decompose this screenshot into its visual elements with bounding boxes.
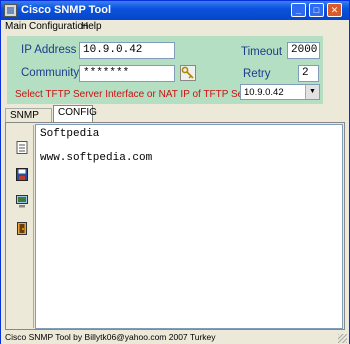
exit-button[interactable] [12,219,30,237]
menu-help[interactable]: Help [81,21,102,32]
exit-icon [17,222,27,235]
open-file-button[interactable] [12,138,30,156]
community-input[interactable]: ******* [79,65,175,82]
tftp-interface-select[interactable]: 10.9.0.42 ▼ [240,84,320,100]
window-title: Cisco SNMP Tool [21,4,112,16]
chevron-down-icon[interactable]: ▼ [305,85,319,99]
menu-bar: Main Configuration Help [1,20,349,34]
save-config-icon [16,168,28,181]
key-icon [181,66,194,79]
tab-config[interactable]: CONFIG [53,105,97,123]
send-to-device-button[interactable] [12,192,30,210]
community-label: Community [21,67,80,79]
config-tab-panel: Softpedia www.softpedia.com [5,122,345,330]
app-icon [4,4,17,17]
side-toolbar [8,125,34,328]
send-to-device-icon [16,195,28,208]
menu-main[interactable]: Main [5,21,27,32]
ip-address-label: IP Address [21,44,77,56]
save-config-button[interactable] [12,165,30,183]
config-editor[interactable]: Softpedia www.softpedia.com [35,124,343,329]
open-file-icon [16,141,28,154]
tab-snmp-log[interactable]: SNMP LOG [5,108,52,132]
resize-grip-icon[interactable] [338,334,347,343]
title-bar[interactable]: Cisco SNMP Tool _ □ ✕ [1,1,349,20]
connection-panel: IP Address 10.9.0.42 Community ******* T… [7,36,323,104]
close-button[interactable]: ✕ [327,3,342,17]
maximize-button[interactable]: □ [309,3,324,17]
retry-input[interactable]: 2 [298,65,319,82]
main-window: Cisco SNMP Tool _ □ ✕ Main Configuration… [0,0,350,344]
timeout-input[interactable]: 2000 [287,42,320,59]
menu-configuration[interactable]: Configuration [29,21,88,32]
retry-label: Retry [243,68,271,80]
tftp-note: Select TFTP Server Interface or NAT IP o… [15,89,261,100]
timeout-label: Timeout [241,46,283,58]
status-text: Cisco SNMP Tool by Billytk06@yahoo.com 2… [5,332,216,342]
tftp-select-value: 10.9.0.42 [244,87,284,98]
minimize-button[interactable]: _ [291,3,306,17]
ip-address-input[interactable]: 10.9.0.42 [79,42,175,59]
key-button[interactable] [180,65,196,81]
status-bar: Cisco SNMP Tool by Billytk06@yahoo.com 2… [1,331,349,344]
